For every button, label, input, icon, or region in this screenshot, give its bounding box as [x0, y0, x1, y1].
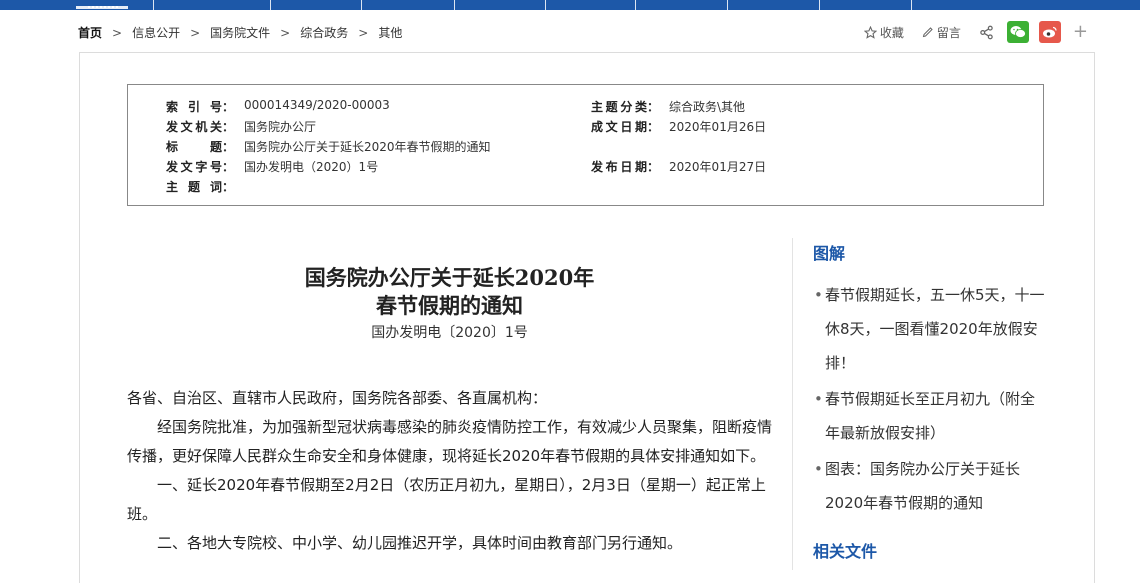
sidebar-list: • 春节假期延长，五一休5天，十一休8天，一图看懂2020年放假安排！ • 春节… [813, 278, 1048, 520]
nav-divider [454, 0, 455, 10]
meta-title-row: 标题 ： 国务院办公厅关于延长2020年春节假期的通知 [166, 140, 491, 154]
sidebar: 图解 • 春节假期延长，五一休5天，十一休8天，一图看懂2020年放假安排！ •… [813, 240, 1048, 561]
toolbar: 收藏 留言 + [846, 20, 1088, 44]
meta-issuer-label: 发文机关 [166, 120, 222, 134]
meta-subject-row: 主题分类 ： 综合政务\其他 [591, 100, 746, 114]
sidebar-link[interactable]: • 春节假期延长至正月初九（附全年最新放假安排） [813, 382, 1048, 450]
meta-issuer-row: 发文机关 ： 国务院办公厅 [166, 120, 317, 134]
meta-publish-label: 发布日期 [591, 160, 647, 174]
meta-title-value: 国务院办公厅关于延长2020年春节假期的通知 [244, 140, 491, 154]
article-paragraph: 经国务院批准，为加强新型冠状病毒感染的肺炎疫情防控工作，有效减少人员聚集，阻断疫… [127, 418, 773, 465]
breadcrumb-separator: > [280, 25, 291, 40]
article-paragraph: 各省、自治区、直辖市人民政府，国务院各部委、各直属机构： [127, 389, 548, 407]
collect-label: 收藏 [879, 25, 904, 40]
wechat-icon [1010, 26, 1026, 38]
meta-index-value: 000014349/2020-00003 [244, 98, 390, 112]
meta-keywords-row: 主题词 ： [166, 180, 235, 194]
meta-date-label: 成文日期 [591, 120, 647, 134]
bullet-icon: • [814, 460, 823, 478]
more-share-icon[interactable]: + [1073, 23, 1088, 41]
sidebar-link-text: 春节假期延长，五一休5天，十一休8天，一图看懂2020年放假安排！ [825, 286, 1045, 372]
meta-subject-label: 主题分类 [591, 100, 647, 114]
sidebar-heading-infographics: 图解 [813, 244, 846, 263]
breadcrumb-other[interactable]: 其他 [378, 24, 402, 41]
nav-divider [153, 0, 154, 10]
share-icon [980, 25, 993, 39]
sidebar-link-text: 春节假期延长至正月初九（附全年最新放假安排） [825, 390, 1036, 442]
comment-label: 留言 [936, 25, 961, 40]
article-title: 国务院办公厅关于延长2020年 春节假期的通知 [127, 264, 772, 320]
article-paragraph: 二、各地大专院校、中小学、幼儿园推迟开学，具体时间由教育部门另行通知。 [157, 534, 683, 552]
sidebar-divider [792, 238, 793, 570]
star-icon [863, 25, 877, 39]
meta-issuer-value: 国务院办公厅 [244, 120, 317, 134]
nav-divider [819, 0, 820, 10]
meta-index-row: 索引号 ： 000014349/2020-00003 [166, 98, 390, 114]
breadcrumb-general-affairs[interactable]: 综合政务 [300, 24, 348, 41]
breadcrumb-home[interactable]: 首页 [78, 24, 102, 41]
meta-index-label: 索引号 [166, 100, 222, 114]
breadcrumb-separator: > [190, 25, 201, 40]
article-body: 各省、自治区、直辖市人民政府，国务院各部委、各直属机构： 经国务院批准，为加强新… [127, 384, 772, 558]
breadcrumb: 首页 > 信息公开 > 国务院文件 > 综合政务 > 其他 [78, 24, 402, 41]
meta-subject-value: 综合政务\其他 [669, 100, 746, 114]
bullet-icon: • [814, 286, 823, 304]
meta-docno-label: 发文字号 [166, 160, 222, 174]
nav-divider [635, 0, 636, 10]
share-button[interactable] [979, 25, 997, 40]
wechat-share-button[interactable] [1006, 21, 1029, 43]
sidebar-link[interactable]: • 图表：国务院办公厅关于延长2020年春节假期的通知 [813, 452, 1048, 520]
meta-title-label: 标题 [166, 140, 222, 154]
collect-button[interactable]: 收藏 [863, 24, 904, 41]
weibo-icon [1042, 26, 1057, 38]
weibo-share-button[interactable] [1038, 21, 1061, 43]
sidebar-link[interactable]: • 春节假期延长，五一休5天，十一休8天，一图看懂2020年放假安排！ [813, 278, 1048, 380]
nav-divider [545, 0, 546, 10]
sidebar-heading-related-files: 相关文件 [813, 542, 878, 561]
nav-divider [911, 0, 912, 10]
breadcrumb-separator: > [358, 25, 369, 40]
meta-keywords-label: 主题词 [166, 180, 222, 194]
nav-divider [727, 0, 728, 10]
bullet-icon: • [814, 390, 823, 408]
breadcrumb-state-council-docs[interactable]: 国务院文件 [210, 24, 270, 41]
comment-button[interactable]: 留言 [922, 24, 961, 41]
breadcrumb-bar: 首页 > 信息公开 > 国务院文件 > 综合政务 > 其他 收藏 留言 + [78, 20, 1088, 44]
meta-date-value: 2020年01月26日 [669, 120, 767, 134]
sidebar-link-text: 图表：国务院办公厅关于延长2020年春节假期的通知 [825, 460, 1021, 512]
site-logo-mark [88, 3, 118, 8]
article-doc-number: 国办发明电〔2020〕1号 [371, 325, 528, 341]
nav-divider [361, 0, 362, 10]
top-nav-bar [0, 0, 1140, 10]
pencil-icon [922, 27, 933, 38]
meta-docno-value: 国办发明电（2020）1号 [244, 160, 379, 174]
breadcrumb-info[interactable]: 信息公开 [132, 24, 180, 41]
article-title-line: 春节假期的通知 [376, 293, 523, 318]
nav-divider [270, 0, 271, 10]
document-metadata: 索引号 ： 000014349/2020-00003 主题分类 ： 综合政务\其… [127, 84, 1044, 206]
meta-publish-row: 发布日期 ： 2020年01月27日 [591, 160, 767, 174]
article-paragraph: 一、延长2020年春节假期至2月2日（农历正月初九，星期日），2月3日（星期一）… [127, 476, 766, 523]
meta-docno-row: 发文字号 ： 国办发明电（2020）1号 [166, 160, 379, 174]
article-title-line: 国务院办公厅关于延长2020年 [304, 265, 595, 290]
meta-publish-value: 2020年01月27日 [669, 160, 767, 174]
meta-date-row: 成文日期 ： 2020年01月26日 [591, 120, 767, 134]
breadcrumb-separator: > [112, 25, 123, 40]
